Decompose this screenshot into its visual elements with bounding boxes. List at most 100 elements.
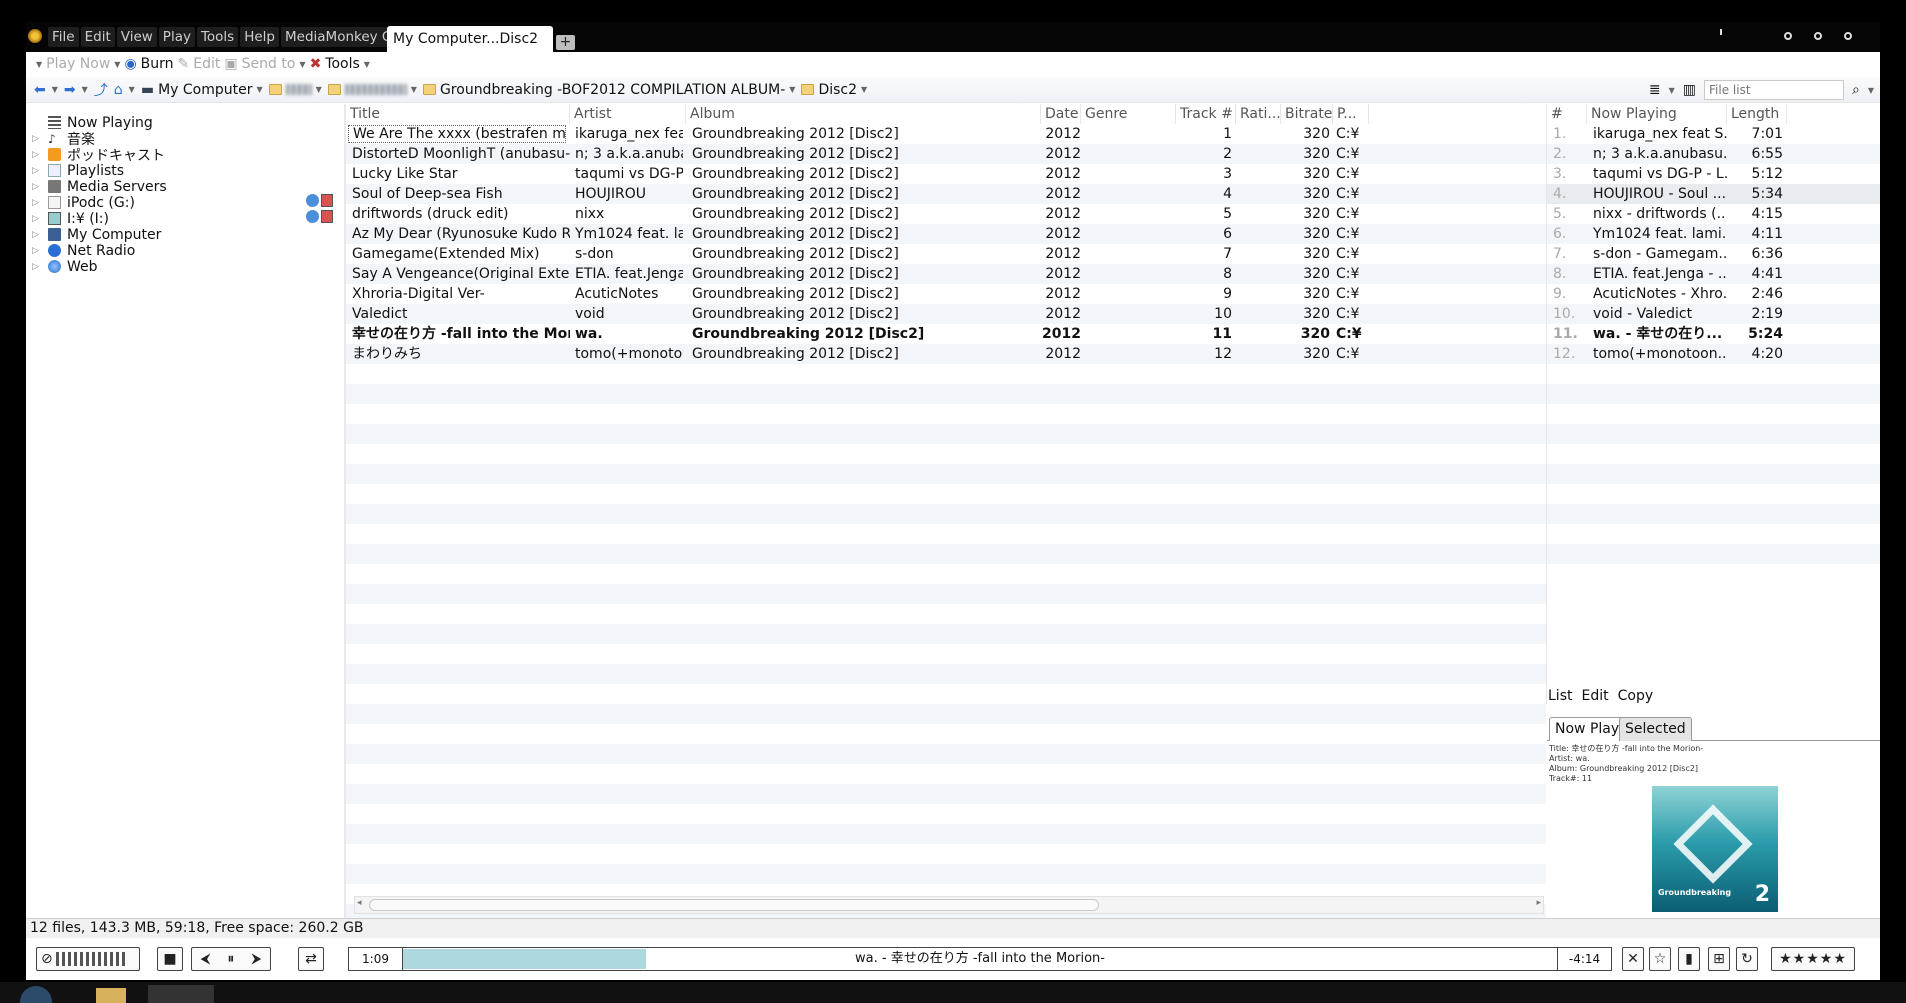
- forward-caret-icon[interactable]: ▼: [82, 85, 88, 94]
- menu-edit[interactable]: Edit: [80, 27, 115, 47]
- edit-button[interactable]: Edit: [193, 56, 220, 72]
- crossfade-button[interactable]: ✕: [1622, 947, 1644, 971]
- expand-icon[interactable]: ▷: [32, 182, 42, 192]
- tab-selected[interactable]: Selected: [1619, 717, 1692, 741]
- autodj-button[interactable]: ⊞: [1708, 947, 1730, 971]
- album-art[interactable]: Groundbreaking 2: [1652, 786, 1778, 912]
- menu-help[interactable]: Help: [240, 27, 279, 47]
- chevron-down-icon[interactable]: ▼: [861, 85, 867, 94]
- np-list-item[interactable]: 1. ikaruga_nex feat S... 7:01: [1547, 124, 1880, 144]
- np-list-item[interactable]: 12. tomo(+monotoon... 4:20: [1547, 344, 1880, 364]
- np-column-length[interactable]: Length: [1727, 104, 1787, 124]
- horizontal-scrollbar[interactable]: ◂ ▸: [354, 896, 1544, 914]
- expand-icon[interactable]: ▷: [32, 262, 42, 272]
- tools-caret-icon[interactable]: ▼: [364, 60, 370, 69]
- table-row[interactable]: Soul of Deep-sea Fish HOUJIROU Groundbreak…: [346, 184, 1546, 204]
- table-row[interactable]: Az My Dear (Ryunosuke Kudo Remix) Ym1024 …: [346, 224, 1546, 244]
- play-now-button[interactable]: Play Now: [46, 56, 110, 72]
- table-row[interactable]: Valedict void Groundbreaking 2012 [Disc2] 2…: [346, 304, 1546, 324]
- column-track[interactable]: Track #: [1176, 104, 1236, 124]
- breadcrumb-my-computer[interactable]: ▬ My Computer ▼: [141, 82, 263, 98]
- column-album[interactable]: Album: [686, 104, 1041, 124]
- np-column-title[interactable]: Now Playing: [1587, 104, 1727, 124]
- np-list-item[interactable]: 5. nixx - driftwords (... 4:15: [1547, 204, 1880, 224]
- column-title[interactable]: Title: [346, 104, 570, 124]
- np-list-item[interactable]: 9. AcuticNotes - Xhro... 2:46: [1547, 284, 1880, 304]
- play-now-dropdown-icon[interactable]: ▼: [36, 60, 42, 69]
- breadcrumb-disc[interactable]: Disc2 ▼: [801, 82, 867, 98]
- mediamonkey-icon[interactable]: [28, 29, 42, 43]
- tab-my-computer[interactable]: My Computer...Disc2: [387, 26, 553, 52]
- menu-view[interactable]: View: [116, 27, 157, 47]
- np-list-item[interactable]: 8. ETIA. feat.Jenga - ... 4:41: [1547, 264, 1880, 284]
- new-tab-button[interactable]: +: [556, 35, 575, 50]
- np-list-item[interactable]: 4. HOUJIROU - Soul ... 5:34: [1547, 184, 1880, 204]
- sync-icon[interactable]: [306, 194, 319, 207]
- file-list-search-input[interactable]: [1704, 80, 1844, 100]
- np-menu-list[interactable]: List: [1548, 688, 1572, 704]
- search-caret-icon[interactable]: ▼: [1868, 86, 1874, 95]
- explorer-icon[interactable]: [96, 988, 126, 1003]
- columns-icon[interactable]: ▥: [1683, 82, 1696, 98]
- play-now-caret-icon[interactable]: ▼: [114, 60, 120, 69]
- column-bitrate[interactable]: Bitrate: [1281, 104, 1333, 124]
- shuffle-button[interactable]: ⇄: [298, 947, 324, 971]
- scroll-right-icon[interactable]: ▸: [1536, 898, 1541, 908]
- breadcrumb-drive[interactable]: ▼: [268, 84, 322, 95]
- chevron-down-icon[interactable]: ▼: [316, 85, 322, 94]
- menu-file[interactable]: File: [48, 27, 79, 47]
- repeat-button[interactable]: ↻: [1736, 947, 1758, 971]
- np-menu-edit[interactable]: Edit: [1581, 688, 1608, 704]
- np-list-item[interactable]: 10. void - Valedict 2:19: [1547, 304, 1880, 324]
- sync-icon[interactable]: [306, 210, 319, 223]
- menu-play[interactable]: Play: [158, 27, 195, 47]
- expand-icon[interactable]: ▷: [32, 166, 42, 176]
- expand-icon[interactable]: ▷: [32, 230, 42, 240]
- expand-icon[interactable]: ▷: [32, 134, 42, 144]
- close-icon[interactable]: [1844, 32, 1852, 40]
- pause-icon[interactable]: ⏸: [227, 951, 234, 967]
- forward-icon[interactable]: ➡: [64, 82, 76, 98]
- chevron-down-icon[interactable]: ▼: [256, 85, 262, 94]
- back-icon[interactable]: ⬅: [34, 82, 46, 98]
- np-column-number[interactable]: #: [1547, 104, 1587, 124]
- start-icon[interactable]: [20, 986, 52, 1003]
- chevron-down-icon[interactable]: ▼: [789, 85, 795, 94]
- np-list-item[interactable]: 11. wa. - 幸せの在り... 5:24: [1547, 324, 1880, 344]
- table-row[interactable]: Say A Vengeance(Original Extended) ETIA. …: [346, 264, 1546, 284]
- eject-icon[interactable]: [321, 210, 333, 223]
- search-icon[interactable]: ⌕: [1852, 82, 1860, 98]
- back-caret-icon[interactable]: ▼: [52, 85, 58, 94]
- rating-stars[interactable]: ★★★★★: [1771, 947, 1855, 971]
- table-row[interactable]: 幸せの在り方 -fall into the Morion-wa. Groundbr…: [346, 324, 1546, 344]
- np-list-item[interactable]: 2. n; 3 a.k.a.anubasu... 6:55: [1547, 144, 1880, 164]
- send-to-caret-icon[interactable]: ▼: [299, 60, 305, 69]
- scroll-left-icon[interactable]: ◂: [357, 898, 362, 908]
- expand-icon[interactable]: ▷: [32, 150, 42, 160]
- table-row[interactable]: Lucky Like Star taqumi vs DG-P Groundbreak…: [346, 164, 1546, 184]
- table-row[interactable]: Gamegame(Extended Mix) s-don Groundbreakin…: [346, 244, 1546, 264]
- np-menu-copy[interactable]: Copy: [1618, 688, 1654, 704]
- np-list-item[interactable]: 3. taqumi vs DG-P - L... 5:12: [1547, 164, 1880, 184]
- home-caret-icon[interactable]: ▼: [129, 85, 135, 94]
- table-row[interactable]: DistorteD MoonlighT (anubasu-anubasu'...…: [346, 144, 1546, 164]
- column-date[interactable]: Date: [1041, 104, 1081, 124]
- minimize-icon[interactable]: [1784, 32, 1792, 40]
- scrollbar-thumb[interactable]: [369, 899, 1099, 911]
- expand-icon[interactable]: ▷: [32, 198, 42, 208]
- taskbar-item[interactable]: [148, 985, 214, 1003]
- column-genre[interactable]: Genre: [1081, 104, 1176, 124]
- view-caret-icon[interactable]: ▼: [1669, 86, 1675, 95]
- column-path[interactable]: P...: [1333, 104, 1369, 124]
- chevron-down-icon[interactable]: ▼: [411, 85, 417, 94]
- eject-icon[interactable]: [321, 194, 333, 207]
- window-menu-icon[interactable]: [1720, 29, 1722, 35]
- next-icon[interactable]: ⮞: [251, 951, 261, 967]
- burn-button[interactable]: Burn: [141, 56, 174, 72]
- expand-icon[interactable]: ▷: [32, 214, 42, 224]
- tree-item-web[interactable]: ▷ Web: [32, 257, 98, 276]
- np-list-item[interactable]: 6. Ym1024 feat. lami... 4:11: [1547, 224, 1880, 244]
- breadcrumb-user[interactable]: ▼: [327, 84, 417, 95]
- menu-tools[interactable]: Tools: [196, 27, 239, 47]
- stop-button[interactable]: ■: [157, 947, 183, 971]
